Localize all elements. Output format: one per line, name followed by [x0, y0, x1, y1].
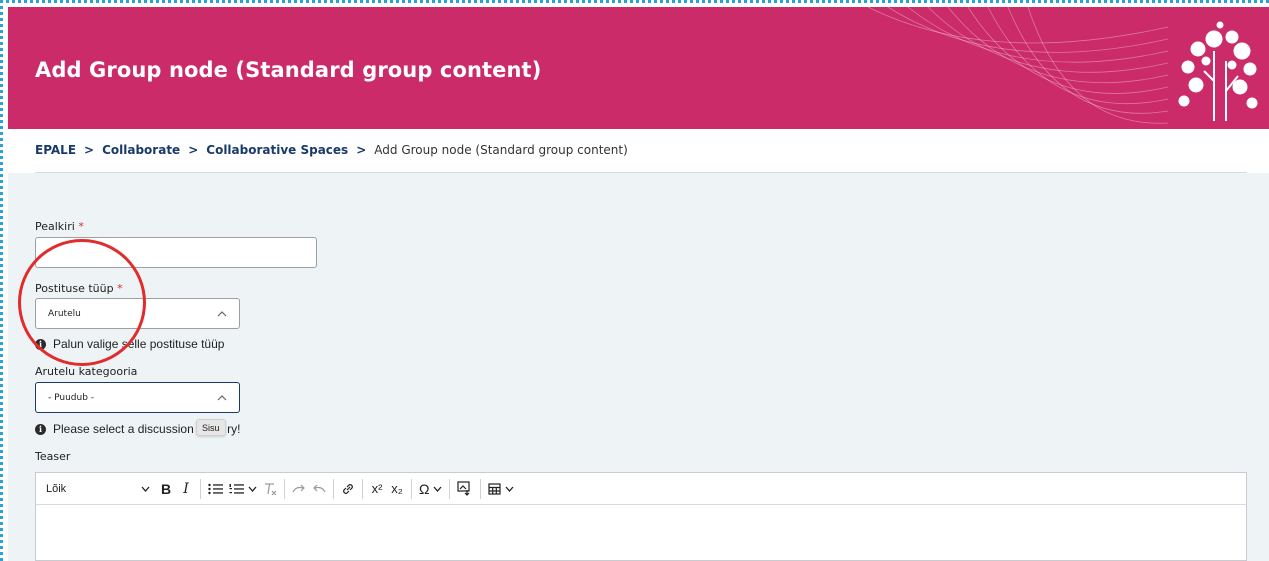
table-icon: [488, 482, 502, 495]
toolbar-separator: [449, 478, 451, 499]
title-label: Pealkiri *: [35, 220, 84, 233]
editor-content-area[interactable]: [36, 505, 1246, 560]
bold-button[interactable]: B: [156, 478, 176, 500]
undo-icon: [313, 484, 326, 492]
tree-logo-icon: [1178, 21, 1258, 121]
undo-button[interactable]: [309, 478, 329, 500]
breadcrumb-separator: >: [188, 143, 199, 157]
image-icon: [457, 481, 471, 496]
remove-format-icon: [265, 482, 277, 495]
toolbar-separator: [333, 478, 334, 499]
chevron-down-icon: [141, 486, 150, 492]
toolbar-separator: [362, 478, 363, 499]
toolbar-separator: [200, 478, 201, 499]
chevron-down-icon: [248, 486, 257, 492]
category-label: Arutelu kategooria: [35, 365, 138, 378]
tooltip: Sisu: [196, 419, 226, 436]
subscript-button[interactable]: x₂: [387, 478, 407, 500]
selection-border-left: [0, 0, 4, 561]
remove-format-button[interactable]: [260, 478, 280, 500]
category-help-text-end: ry!: [227, 422, 241, 436]
category-help-text-start: Please select a discussion c: [53, 422, 204, 436]
highlight-circle-annotation: [18, 239, 146, 366]
teaser-label: Teaser: [35, 450, 71, 463]
chevron-down-icon: [505, 486, 514, 492]
format-dropdown[interactable]: Lõik: [46, 483, 156, 495]
chevron-up-icon: [217, 395, 227, 401]
link-icon: [343, 483, 353, 494]
toolbar-separator: [411, 478, 412, 499]
chevron-up-icon: [217, 311, 227, 317]
required-mark: *: [78, 220, 84, 233]
breadcrumb-separator: >: [356, 143, 367, 157]
toolbar-separator: [284, 478, 285, 499]
toolbar-separator: [480, 478, 482, 499]
breadcrumb-link-collaborative-spaces[interactable]: Collaborative Spaces: [206, 143, 348, 157]
page-title: Add Group node (Standard group content): [35, 58, 542, 82]
breadcrumb-current: Add Group node (Standard group content): [374, 143, 628, 157]
bulleted-list-icon: [208, 483, 223, 494]
breadcrumb-link-collaborate[interactable]: Collaborate: [102, 143, 180, 157]
redo-icon: [292, 484, 305, 492]
breadcrumb-separator: >: [84, 143, 95, 157]
breadcrumb: EPALE > Collaborate > Collaborative Spac…: [35, 143, 628, 157]
redo-button[interactable]: [289, 478, 309, 500]
chevron-down-icon: [433, 486, 442, 492]
header-wave-pattern: [867, 7, 1168, 124]
insert-image-button[interactable]: [454, 478, 476, 500]
omega-icon: Ω: [419, 480, 430, 497]
italic-button[interactable]: I: [176, 478, 196, 500]
title-label-text: Pealkiri: [35, 220, 75, 233]
special-characters-button[interactable]: Ω: [416, 478, 445, 500]
superscript-button[interactable]: x²: [367, 478, 387, 500]
bulleted-list-button[interactable]: [205, 478, 226, 500]
insert-table-button[interactable]: [485, 478, 517, 500]
page-header: Add Group node (Standard group content): [8, 7, 1269, 129]
info-icon: i: [35, 423, 46, 435]
category-selected-value: - Puudub -: [48, 392, 95, 403]
category-select[interactable]: - Puudub -: [35, 382, 240, 413]
breadcrumb-link-epale[interactable]: EPALE: [35, 143, 76, 157]
format-dropdown-label: Lõik: [46, 482, 67, 495]
selection-border-top: [0, 0, 1269, 4]
link-button[interactable]: [338, 478, 358, 500]
editor-toolbar: Lõik B I x² x₂ Ω: [36, 473, 1246, 505]
numbered-list-button[interactable]: [226, 478, 260, 500]
teaser-editor[interactable]: Lõik B I x² x₂ Ω: [35, 472, 1247, 561]
numbered-list-icon: [229, 483, 244, 494]
